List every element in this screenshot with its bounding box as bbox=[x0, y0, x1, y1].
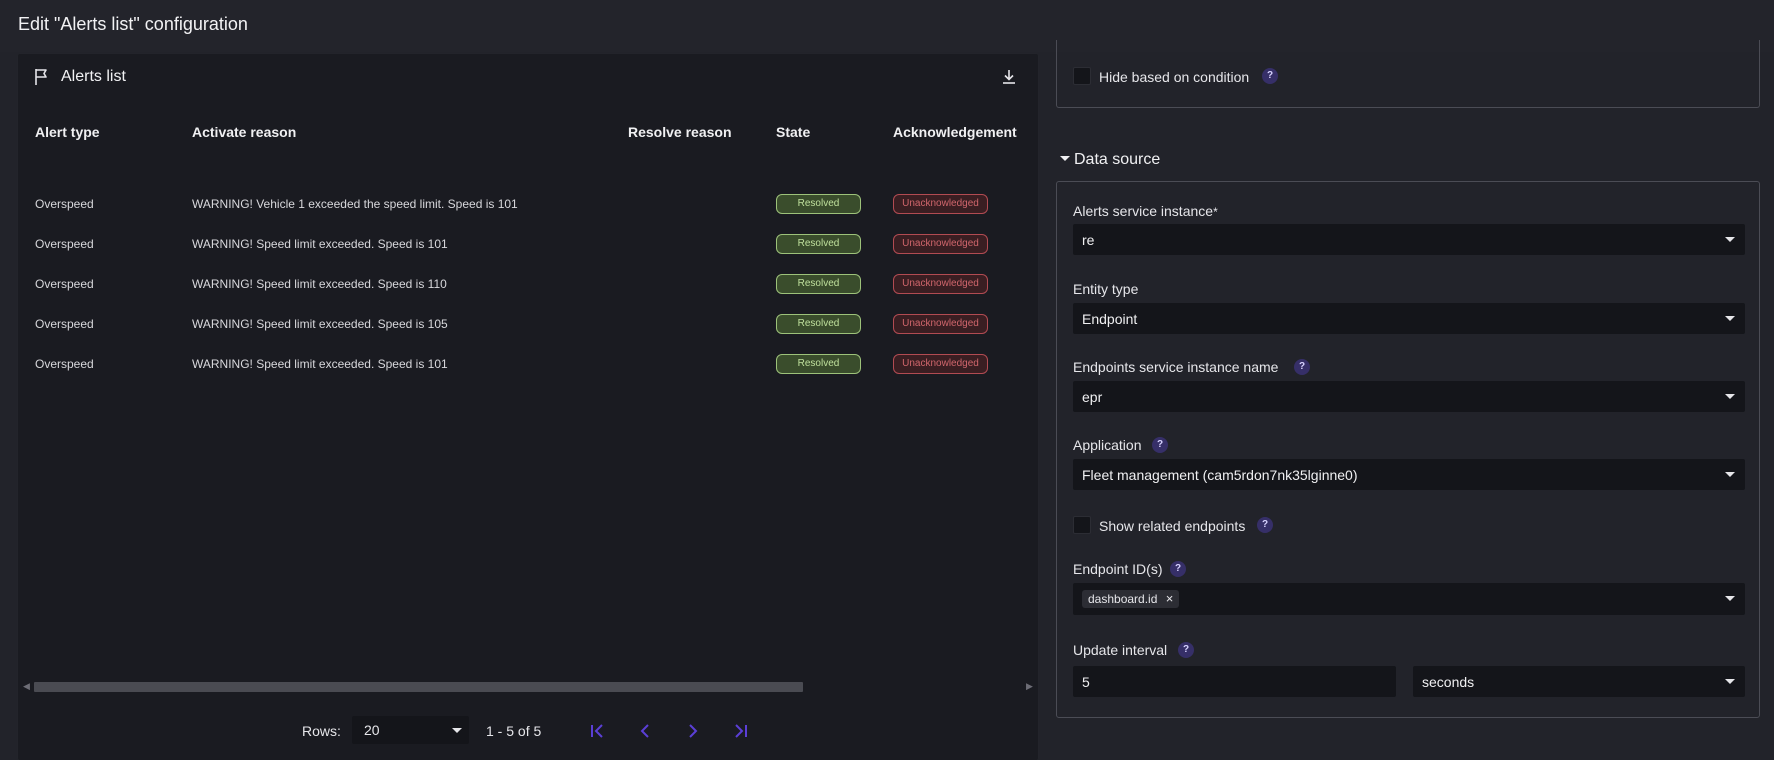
endpoint-ids-label: Endpoint ID(s) bbox=[1073, 561, 1163, 577]
column-header-activate-reason[interactable]: Activate reason bbox=[192, 124, 296, 140]
remove-tag-icon[interactable]: × bbox=[1166, 590, 1174, 608]
help-icon[interactable]: ? bbox=[1257, 517, 1273, 533]
rows-per-page-select[interactable]: 20 bbox=[352, 716, 469, 744]
help-icon[interactable]: ? bbox=[1294, 359, 1310, 375]
show-related-label: Show related endpoints bbox=[1099, 518, 1246, 534]
required-mark: * bbox=[1213, 205, 1218, 219]
rows-per-page-value: 20 bbox=[364, 722, 380, 738]
data-source-section: Alerts service instance* re Entity type … bbox=[1056, 181, 1760, 718]
acknowledgement-badge: Unacknowledged bbox=[893, 234, 988, 254]
acknowledgement-badge: Unacknowledged bbox=[893, 194, 988, 214]
column-header-state[interactable]: State bbox=[776, 124, 810, 140]
state-badge: Resolved bbox=[776, 354, 861, 374]
update-interval-input[interactable] bbox=[1073, 666, 1396, 697]
table-row[interactable]: Overspeed WARNING! Vehicle 1 exceeded the… bbox=[18, 184, 1038, 224]
cell-activate-reason: WARNING! Speed limit exceeded. Speed is … bbox=[192, 357, 448, 371]
scrollbar-thumb[interactable] bbox=[34, 682, 803, 692]
column-header-acknowledgement[interactable]: Acknowledgement bbox=[893, 124, 1017, 140]
first-page-icon[interactable] bbox=[584, 718, 610, 744]
update-interval-unit-value: seconds bbox=[1422, 674, 1475, 690]
page-title: Edit "Alerts list" configuration bbox=[18, 14, 248, 34]
download-icon[interactable] bbox=[1000, 68, 1018, 86]
cell-alert-type: Overspeed bbox=[35, 197, 94, 211]
page: Edit "Alerts list" configuration Alerts … bbox=[0, 0, 1774, 760]
update-interval-unit-select[interactable]: seconds bbox=[1413, 666, 1745, 697]
chevron-down-icon bbox=[1725, 316, 1735, 321]
endpoints-service-select[interactable]: epr bbox=[1073, 381, 1745, 412]
acknowledgement-badge: Unacknowledged bbox=[893, 274, 988, 294]
cell-activate-reason: WARNING! Speed limit exceeded. Speed is … bbox=[192, 237, 448, 251]
prev-page-icon[interactable] bbox=[632, 718, 658, 744]
application-select[interactable]: Fleet management (cam5rdon7nk35lginne0) bbox=[1073, 459, 1745, 490]
visibility-section: Hide based on condition ? bbox=[1056, 40, 1760, 108]
cell-alert-type: Overspeed bbox=[35, 237, 94, 251]
chevron-down-icon bbox=[1725, 679, 1735, 684]
scroll-left-arrow[interactable]: ◀ bbox=[23, 681, 30, 692]
alerts-widget-preview: Alerts list Alert type Activate reason R… bbox=[18, 54, 1038, 760]
chevron-down-icon bbox=[1725, 237, 1735, 242]
cell-activate-reason: WARNING! Vehicle 1 exceeded the speed li… bbox=[192, 197, 518, 211]
hide-condition-label: Hide based on condition bbox=[1099, 69, 1250, 85]
table-row[interactable]: Overspeed WARNING! Speed limit exceeded. … bbox=[18, 264, 1038, 304]
table-row[interactable]: Overspeed WARNING! Speed limit exceeded. … bbox=[18, 304, 1038, 344]
entity-type-value: Endpoint bbox=[1082, 311, 1138, 327]
table-row[interactable]: Overspeed WARNING! Speed limit exceeded. … bbox=[18, 344, 1038, 384]
help-icon[interactable]: ? bbox=[1170, 561, 1186, 577]
endpoint-id-tag: dashboard.id × bbox=[1082, 590, 1180, 608]
chevron-down-icon bbox=[1725, 596, 1735, 601]
application-value: Fleet management (cam5rdon7nk35lginne0) bbox=[1082, 467, 1358, 483]
show-related-checkbox[interactable] bbox=[1073, 516, 1091, 534]
acknowledgement-badge: Unacknowledged bbox=[893, 314, 988, 334]
caret-down-icon[interactable] bbox=[1060, 156, 1070, 161]
chevron-down-icon bbox=[1725, 472, 1735, 477]
alerts-service-value: re bbox=[1082, 232, 1095, 248]
last-page-icon[interactable] bbox=[728, 718, 754, 744]
next-page-icon[interactable] bbox=[680, 718, 706, 744]
hide-condition-checkbox[interactable] bbox=[1073, 67, 1091, 85]
scroll-right-arrow[interactable]: ▶ bbox=[1026, 681, 1033, 692]
entity-type-select[interactable]: Endpoint bbox=[1073, 303, 1745, 334]
widget-title: Alerts list bbox=[61, 68, 126, 85]
data-source-title[interactable]: Data source bbox=[1074, 151, 1160, 169]
entity-type-label: Entity type bbox=[1073, 281, 1139, 297]
cell-alert-type: Overspeed bbox=[35, 277, 94, 291]
endpoints-service-label: Endpoints service instance name bbox=[1073, 359, 1279, 375]
help-icon[interactable]: ? bbox=[1178, 642, 1194, 658]
application-label: Application bbox=[1073, 437, 1142, 453]
pagination: Rows: 20 1 - 5 of 5 bbox=[18, 712, 1038, 752]
page-range: 1 - 5 of 5 bbox=[486, 723, 542, 739]
cell-activate-reason: WARNING! Speed limit exceeded. Speed is … bbox=[192, 277, 447, 291]
state-badge: Resolved bbox=[776, 234, 861, 254]
help-icon[interactable]: ? bbox=[1262, 68, 1278, 84]
update-interval-label: Update interval bbox=[1073, 642, 1168, 658]
acknowledgement-badge: Unacknowledged bbox=[893, 354, 988, 374]
state-badge: Resolved bbox=[776, 194, 861, 214]
cell-alert-type: Overspeed bbox=[35, 357, 94, 371]
state-badge: Resolved bbox=[776, 274, 861, 294]
chevron-down-icon bbox=[1725, 394, 1735, 399]
table-row[interactable]: Overspeed WARNING! Speed limit exceeded. … bbox=[18, 224, 1038, 264]
widget-header: Alerts list bbox=[18, 54, 1038, 102]
column-header-resolve-reason[interactable]: Resolve reason bbox=[628, 124, 732, 140]
help-icon[interactable]: ? bbox=[1152, 437, 1168, 453]
chevron-down-icon bbox=[452, 728, 462, 733]
horizontal-scrollbar[interactable] bbox=[34, 682, 1022, 692]
cell-alert-type: Overspeed bbox=[35, 317, 94, 331]
endpoint-ids-multiselect[interactable]: dashboard.id × bbox=[1073, 583, 1745, 615]
flag-icon bbox=[35, 69, 47, 85]
alerts-service-select[interactable]: re bbox=[1073, 224, 1745, 255]
cell-activate-reason: WARNING! Speed limit exceeded. Speed is … bbox=[192, 317, 448, 331]
column-header-alert-type[interactable]: Alert type bbox=[35, 124, 100, 140]
state-badge: Resolved bbox=[776, 314, 861, 334]
endpoints-service-value: epr bbox=[1082, 389, 1103, 405]
alerts-service-label: Alerts service instance* bbox=[1073, 203, 1218, 219]
rows-per-page-label: Rows: bbox=[302, 723, 341, 739]
